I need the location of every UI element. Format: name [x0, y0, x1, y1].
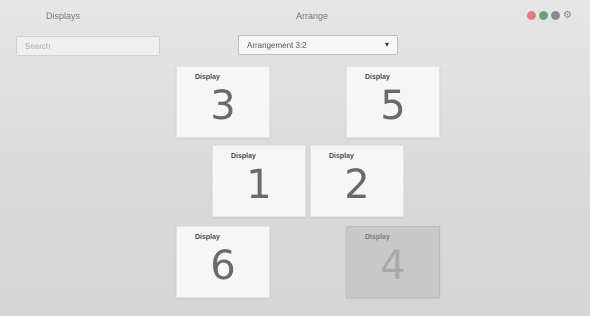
display-tile-4[interactable]: Display 4 — [346, 226, 440, 298]
tile-caption: Display — [231, 153, 256, 160]
tile-number: 1 — [246, 162, 272, 208]
tile-caption: Display — [329, 153, 354, 160]
center-header-label: Arrange — [296, 11, 329, 21]
tile-number: 6 — [210, 243, 236, 289]
display-arrangement-screen: Displays Arrange Search Arrangement 3:2 … — [0, 0, 590, 316]
display-tile-6[interactable]: Display 6 — [176, 226, 270, 298]
settings-icon[interactable]: ⚙ — [563, 11, 572, 21]
tile-caption: Display — [195, 234, 220, 241]
chevron-down-icon: ▾ — [384, 40, 389, 49]
top-bar: Displays Arrange Search Arrangement 3:2 … — [0, 0, 590, 64]
display-tile-1[interactable]: Display 1 — [212, 145, 306, 217]
display-tile-5[interactable]: Display 5 — [346, 66, 440, 138]
tile-caption: Display — [365, 234, 390, 241]
search-input[interactable]: Search — [16, 36, 160, 56]
arrangement-select-value: Arrangement 3:2 — [247, 41, 307, 50]
left-header-label: Displays — [46, 11, 81, 21]
close-dot-icon[interactable] — [527, 11, 537, 20]
search-placeholder: Search — [25, 42, 51, 51]
tile-caption: Display — [365, 74, 390, 81]
tile-caption: Display — [195, 74, 220, 81]
display-tile-2[interactable]: Display 2 — [310, 145, 404, 217]
tile-number: 5 — [380, 83, 406, 129]
arrangement-select[interactable]: Arrangement 3:2 ▾ — [238, 35, 398, 55]
minimize-dot-icon[interactable] — [551, 11, 561, 20]
tile-number: 3 — [210, 83, 236, 129]
maximize-dot-icon[interactable] — [539, 11, 549, 20]
tile-number: 4 — [380, 243, 406, 289]
window-controls: ⚙ — [527, 11, 572, 21]
display-tile-3[interactable]: Display 3 — [176, 66, 270, 138]
tile-number: 2 — [344, 162, 370, 208]
